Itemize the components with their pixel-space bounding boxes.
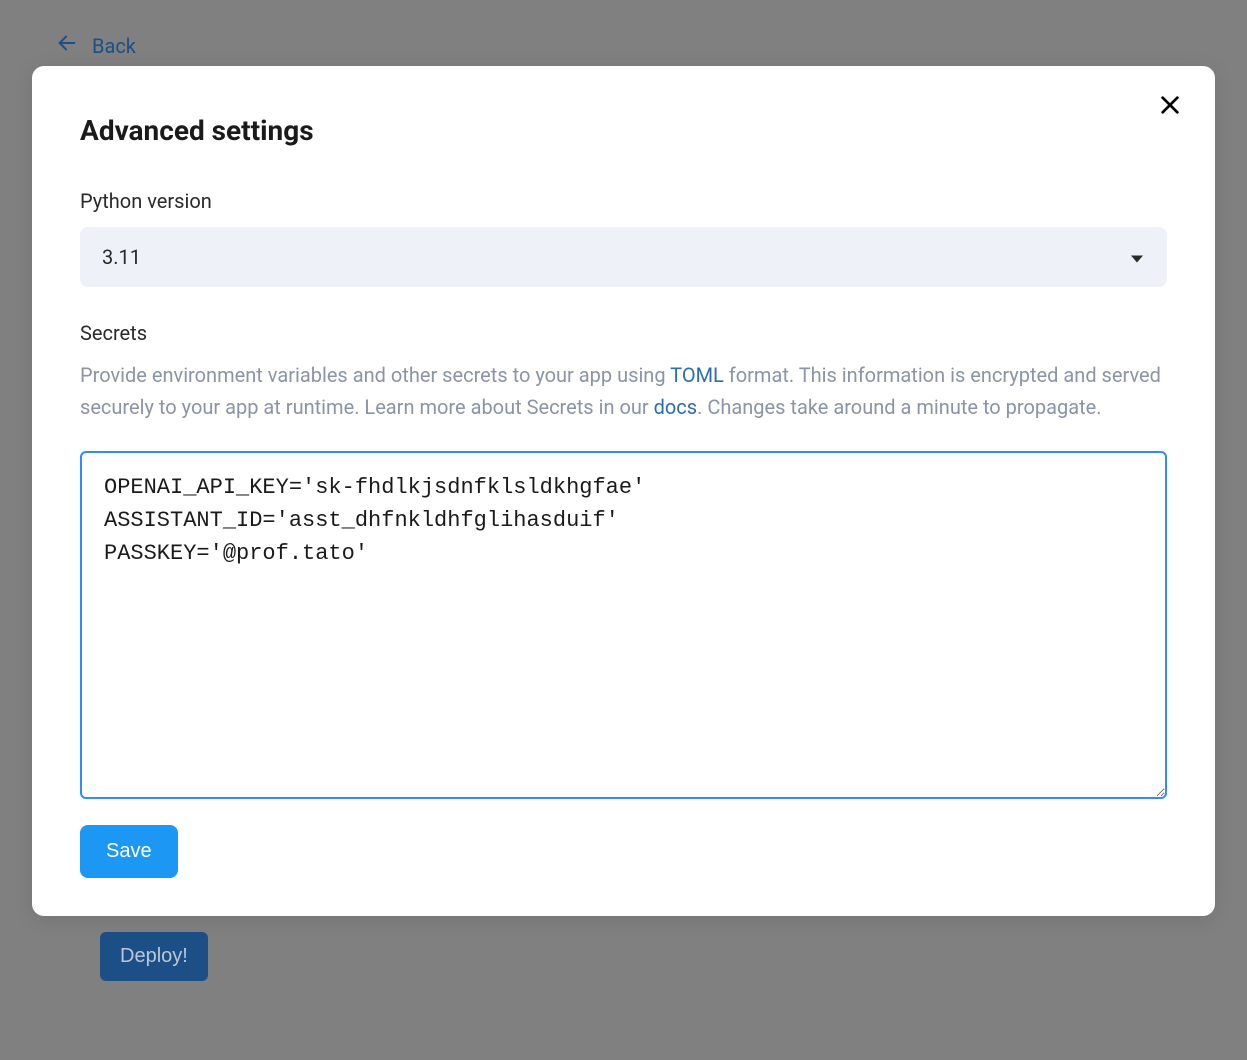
secrets-label: Secrets [80,321,1167,345]
python-version-label: Python version [80,189,1167,213]
secrets-desc-text3: . Changes take around a minute to propag… [697,395,1101,419]
docs-link[interactable]: docs [654,395,697,419]
secrets-description: Provide environment variables and other … [80,359,1167,423]
advanced-settings-modal: Advanced settings Python version 3.11 Se… [32,66,1215,916]
toml-link[interactable]: TOML [670,363,724,387]
secrets-desc-text1: Provide environment variables and other … [80,363,670,387]
back-link[interactable]: Back [56,32,136,59]
arrow-left-icon [56,32,78,59]
back-label: Back [92,34,136,58]
deploy-button[interactable]: Deploy! [100,932,208,981]
save-button[interactable]: Save [80,825,178,878]
secrets-textarea[interactable] [80,451,1167,799]
close-icon [1159,104,1181,119]
python-version-select[interactable]: 3.11 [80,227,1167,287]
modal-title: Advanced settings [80,114,1167,147]
deploy-label: Deploy! [120,945,188,967]
save-label: Save [106,840,152,862]
python-version-select-wrapper: 3.11 [80,227,1167,287]
close-button[interactable] [1155,90,1185,123]
python-version-value: 3.11 [102,245,141,269]
